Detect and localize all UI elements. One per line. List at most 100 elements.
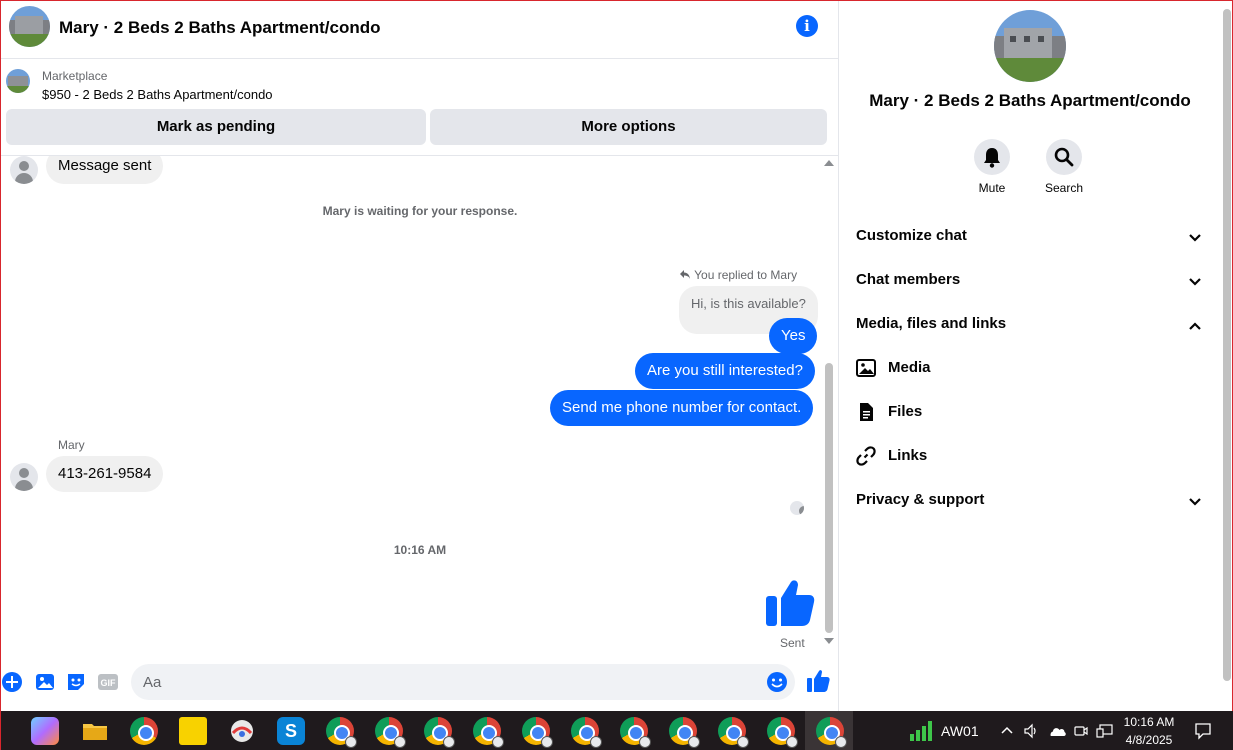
- scroll-down-arrow[interactable]: [824, 638, 834, 644]
- listing-avatar[interactable]: [9, 6, 50, 47]
- skype-icon[interactable]: S: [277, 717, 305, 745]
- reply-icon: [680, 270, 690, 279]
- chrome-profile-icon[interactable]: [571, 717, 602, 748]
- reply-indicator: You replied to Mary: [679, 268, 797, 282]
- listing-title[interactable]: $950 - 2 Beds 2 Baths Apartment/condo: [42, 87, 273, 102]
- message-bubble-outgoing[interactable]: Are you still interested?: [635, 353, 815, 389]
- more-options-button[interactable]: More options: [430, 109, 827, 145]
- message-bubble-outgoing[interactable]: Send me phone number for contact.: [550, 390, 814, 426]
- media-icon: [856, 359, 876, 377]
- waiting-notice: Mary is waiting for your response.: [322, 204, 518, 218]
- search-label: Search: [1044, 181, 1084, 195]
- chat-members-label: Chat members: [856, 271, 961, 288]
- media-item[interactable]: Media: [856, 356, 1196, 380]
- links-item[interactable]: Links: [856, 444, 1196, 468]
- chrome-profile-icon[interactable]: [718, 717, 749, 748]
- marketplace-label: Marketplace: [42, 69, 108, 83]
- links-label: Links: [888, 447, 928, 464]
- message-bubble-incoming[interactable]: 413-261-9584: [46, 456, 164, 492]
- thumbs-up-icon[interactable]: [764, 578, 816, 628]
- info-icon[interactable]: i: [796, 15, 818, 37]
- message-bubble-outgoing[interactable]: Yes: [769, 318, 818, 354]
- marketplace-banner: Marketplace $950 - 2 Beds 2 Baths Apartm…: [1, 59, 839, 156]
- timestamp: 10:16 AM: [393, 543, 447, 557]
- files-label: Files: [888, 403, 923, 420]
- chrome-profile-icon-active[interactable]: [816, 717, 847, 748]
- chrome-icon[interactable]: [130, 717, 158, 745]
- message-thread[interactable]: Message sent Mary is waiting for your re…: [1, 156, 839, 661]
- chevron-up-icon: [1189, 322, 1201, 330]
- chat-title: Mary · 2 Beds 2 Baths Apartment/condo: [59, 18, 381, 37]
- mary-avatar: [10, 463, 38, 491]
- clock-time[interactable]: 10:16 AM: [1119, 715, 1179, 729]
- notification-icon[interactable]: [1194, 722, 1212, 740]
- copilot-icon[interactable]: [31, 717, 59, 745]
- meet-now-icon[interactable]: [1073, 723, 1089, 739]
- snipping-tool-icon[interactable]: [228, 717, 256, 745]
- message-bubble-incoming[interactable]: Message sent: [46, 156, 164, 184]
- sender-name: Mary: [58, 438, 85, 452]
- profile-avatar[interactable]: [994, 10, 1066, 82]
- sticker-icon[interactable]: [65, 671, 87, 693]
- composer: GIF: [1, 661, 839, 711]
- sticky-notes-icon[interactable]: [179, 717, 207, 745]
- messenger-window: Mary · 2 Beds 2 Baths Apartment/condo i …: [0, 0, 1233, 750]
- file-icon: [860, 403, 873, 421]
- plus-icon[interactable]: [1, 671, 23, 693]
- link-icon: [856, 446, 876, 466]
- privacy-support-section[interactable]: Privacy & support: [856, 491, 1206, 515]
- mute-button[interactable]: [974, 139, 1010, 175]
- chrome-profile-icon[interactable]: [424, 717, 455, 748]
- chrome-profile-icon[interactable]: [620, 717, 651, 748]
- account-label[interactable]: AW01: [941, 723, 979, 739]
- like-send-icon[interactable]: [806, 669, 830, 693]
- chrome-profile-icon[interactable]: [375, 717, 406, 748]
- read-receipt-avatar: [790, 501, 804, 515]
- emoji-icon[interactable]: [766, 671, 788, 693]
- privacy-support-label: Privacy & support: [856, 491, 985, 508]
- mary-avatar: [10, 156, 38, 184]
- media-files-links-section[interactable]: Media, files and links: [856, 315, 1206, 339]
- clock-date[interactable]: 4/8/2025: [1119, 733, 1179, 747]
- scroll-up-arrow[interactable]: [824, 160, 834, 166]
- chat-column: Mary · 2 Beds 2 Baths Apartment/condo i …: [1, 1, 839, 711]
- chat-header: Mary · 2 Beds 2 Baths Apartment/condo i: [1, 1, 839, 59]
- chevron-up-icon[interactable]: [1001, 725, 1013, 735]
- files-item[interactable]: Files: [856, 400, 1196, 424]
- media-label: Media: [888, 359, 931, 376]
- chevron-down-icon: [1189, 278, 1201, 286]
- svg-text:GIF: GIF: [101, 678, 117, 688]
- search-icon: [1054, 147, 1074, 167]
- chrome-profile-icon[interactable]: [326, 717, 357, 748]
- chevron-down-icon: [1189, 234, 1201, 242]
- chat-info-panel: Mary · 2 Beds 2 Baths Apartment/condo Mu…: [840, 1, 1220, 711]
- listing-thumbnail[interactable]: [6, 69, 30, 93]
- network-icon[interactable]: [1096, 723, 1114, 739]
- chrome-profile-icon[interactable]: [522, 717, 553, 748]
- gif-icon[interactable]: GIF: [97, 671, 119, 693]
- customize-chat-label: Customize chat: [856, 227, 967, 244]
- chat-scrollbar-thumb[interactable]: [825, 363, 833, 633]
- mark-as-pending-button[interactable]: Mark as pending: [6, 109, 426, 145]
- customize-chat-section[interactable]: Customize chat: [856, 227, 1206, 251]
- volume-icon[interactable]: [1023, 723, 1039, 739]
- reply-indicator-label: You replied to Mary: [694, 268, 798, 282]
- file-explorer-icon[interactable]: [81, 717, 109, 745]
- chrome-profile-icon[interactable]: [669, 717, 700, 748]
- chrome-profile-icon[interactable]: [767, 717, 798, 748]
- panel-title: Mary · 2 Beds 2 Baths Apartment/condo: [869, 91, 1191, 110]
- message-input[interactable]: [131, 664, 795, 700]
- windows-taskbar: S AW01 10:16 AM 4/8/2025: [1, 711, 1233, 750]
- signal-bars-icon[interactable]: [908, 720, 934, 742]
- chat-members-section[interactable]: Chat members: [856, 271, 1206, 295]
- media-files-links-label: Media, files and links: [856, 315, 1007, 332]
- bell-icon: [984, 148, 1000, 168]
- photo-icon[interactable]: [34, 671, 56, 693]
- sent-status: Sent: [780, 636, 805, 650]
- mute-label: Mute: [978, 181, 1006, 195]
- chevron-down-icon: [1189, 498, 1201, 506]
- onedrive-icon[interactable]: [1047, 724, 1067, 738]
- chrome-profile-icon[interactable]: [473, 717, 504, 748]
- search-button[interactable]: [1046, 139, 1082, 175]
- panel-scrollbar-thumb[interactable]: [1223, 9, 1231, 681]
